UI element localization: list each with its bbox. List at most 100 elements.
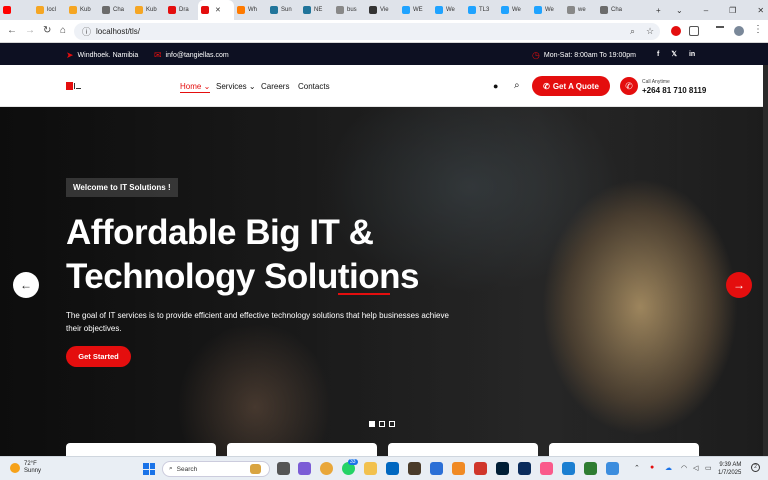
zoom-icon[interactable]: ⌕ xyxy=(630,26,635,37)
copilot-icon[interactable] xyxy=(298,462,311,475)
weather-widget[interactable]: 72°F Sunny xyxy=(10,461,41,475)
system-clock[interactable]: 9:39 AM 1/7/2025 xyxy=(718,461,741,477)
search-icon[interactable]: ⌕ xyxy=(514,80,520,91)
start-button[interactable] xyxy=(143,463,155,475)
extension-icon[interactable] xyxy=(671,26,681,36)
browser-tab[interactable]: Kub xyxy=(132,0,165,20)
forward-button[interactable]: → xyxy=(25,25,35,36)
get-a-quote-button[interactable]: ✆ Get A Quote xyxy=(532,76,610,96)
app-icon[interactable] xyxy=(584,462,597,475)
feature-card[interactable] xyxy=(66,443,216,456)
app-icon[interactable] xyxy=(386,462,399,475)
nav-home[interactable]: Home ⌄ xyxy=(180,82,211,93)
search-icon: ⌕ xyxy=(169,465,173,472)
minimize-button[interactable]: – xyxy=(704,6,708,15)
maximize-button[interactable]: ❐ xyxy=(729,6,736,15)
app-icon[interactable] xyxy=(408,462,421,475)
notifications-icon[interactable]: 2 xyxy=(751,463,760,472)
feature-card[interactable] xyxy=(227,443,377,456)
notification-badge: 33 xyxy=(348,459,358,465)
tab-label: NE xyxy=(314,7,323,13)
tray-app-icon[interactable]: ● xyxy=(650,464,654,471)
browser-tab[interactable]: bus xyxy=(333,0,366,20)
browser-tab[interactable]: locl xyxy=(33,0,66,20)
feature-card[interactable] xyxy=(388,443,538,456)
browser-tab-active[interactable]: ✕ xyxy=(198,0,234,20)
app-icon[interactable] xyxy=(518,462,531,475)
linkedin-icon[interactable]: in xyxy=(689,51,695,58)
task-view-icon[interactable] xyxy=(277,462,290,475)
new-tab-button[interactable]: + xyxy=(656,0,661,20)
home-button[interactable]: ⌂ xyxy=(60,25,66,36)
vscode-icon[interactable] xyxy=(562,462,575,475)
chrome-icon[interactable] xyxy=(320,462,333,475)
browser-tab[interactable]: TL3 xyxy=(465,0,498,20)
browser-tab[interactable]: NE xyxy=(300,0,333,20)
nav-contacts[interactable]: Contacts xyxy=(298,82,330,91)
tab-favicon-icon xyxy=(3,6,11,14)
x-twitter-icon[interactable]: 𝕏 xyxy=(671,50,677,58)
browser-tab[interactable]: Vie xyxy=(366,0,399,20)
search-highlight-icon[interactable] xyxy=(250,464,261,474)
address-bar[interactable]: ⓘ localhost/tls/ ⌕ ☆ xyxy=(74,23,660,40)
bookmark-star-icon[interactable]: ☆ xyxy=(646,26,654,37)
feature-card[interactable] xyxy=(549,443,699,456)
nav-careers[interactable]: Careers xyxy=(261,82,289,91)
app-icon[interactable] xyxy=(430,462,443,475)
tab-label: Cha xyxy=(113,7,125,13)
browser-tab[interactable]: WE xyxy=(399,0,432,20)
browser-tab[interactable]: Cha xyxy=(99,0,132,20)
app-icon[interactable] xyxy=(606,462,619,475)
email-info[interactable]: ✉ info@tangiellas.com xyxy=(154,50,229,61)
page-scrollbar[interactable] xyxy=(763,65,768,456)
browser-tab[interactable]: Kub xyxy=(66,0,99,20)
extensions-puzzle-icon[interactable] xyxy=(689,26,699,36)
get-started-button[interactable]: Get Started xyxy=(66,346,131,367)
photoshop-icon[interactable] xyxy=(496,462,509,475)
url-text[interactable]: localhost/tls/ xyxy=(96,27,140,36)
browser-tab[interactable]: Wh xyxy=(234,0,267,20)
browser-menu-icon[interactable]: ⋮ xyxy=(753,24,763,35)
tab-label: Kub xyxy=(80,7,91,13)
browser-tab[interactable]: Dra xyxy=(165,0,198,20)
reload-button[interactable]: ↻ xyxy=(43,25,51,36)
browser-tab[interactable]: we xyxy=(564,0,597,20)
battery-icon[interactable]: ▭ xyxy=(705,464,712,472)
call-number[interactable]: +264 81 710 8119 xyxy=(642,86,706,95)
slider-dot[interactable] xyxy=(389,421,395,427)
facebook-icon[interactable]: f xyxy=(657,51,659,58)
slider-dot[interactable] xyxy=(369,421,375,427)
xampp-icon[interactable] xyxy=(452,462,465,475)
browser-tab[interactable]: We xyxy=(498,0,531,20)
slider-dot[interactable] xyxy=(379,421,385,427)
app-icon[interactable] xyxy=(474,462,487,475)
welcome-badge: Welcome to IT Solutions ! xyxy=(66,178,178,197)
user-account-icon[interactable]: ● xyxy=(493,81,498,91)
onedrive-icon[interactable]: ☁ xyxy=(665,464,672,472)
tray-overflow-icon[interactable]: ⌃ xyxy=(634,464,640,472)
browser-tab[interactable] xyxy=(0,0,33,20)
file-explorer-icon[interactable] xyxy=(364,462,377,475)
slider-prev-button[interactable]: ← xyxy=(13,272,39,298)
slider-next-button[interactable]: → xyxy=(726,272,752,298)
music-icon[interactable] xyxy=(540,462,553,475)
site-info-icon[interactable]: ⓘ xyxy=(82,25,91,38)
volume-icon[interactable]: ◁ xyxy=(693,464,698,472)
back-button[interactable]: ← xyxy=(7,25,17,36)
phone-icon[interactable]: ✆ xyxy=(620,77,638,95)
browser-tab[interactable]: We xyxy=(531,0,564,20)
browser-tab[interactable]: Cha xyxy=(597,0,630,20)
profile-avatar[interactable] xyxy=(734,26,744,36)
browser-tab[interactable]: We xyxy=(432,0,465,20)
tab-favicon-icon xyxy=(501,6,509,14)
reading-list-icon[interactable] xyxy=(716,26,724,36)
tab-close-icon[interactable]: ✕ xyxy=(215,6,221,14)
browser-tab[interactable]: Sun xyxy=(267,0,300,20)
close-window-button[interactable]: ✕ xyxy=(757,6,764,15)
network-icon[interactable]: ◠ xyxy=(681,464,687,472)
tab-search-button[interactable]: ⌄ xyxy=(676,6,683,15)
email-link[interactable]: info@tangiellas.com xyxy=(166,52,229,59)
whatsapp-icon: ✆ xyxy=(543,81,550,91)
site-logo[interactable] xyxy=(66,82,82,90)
nav-services[interactable]: Services ⌄ xyxy=(216,82,256,91)
